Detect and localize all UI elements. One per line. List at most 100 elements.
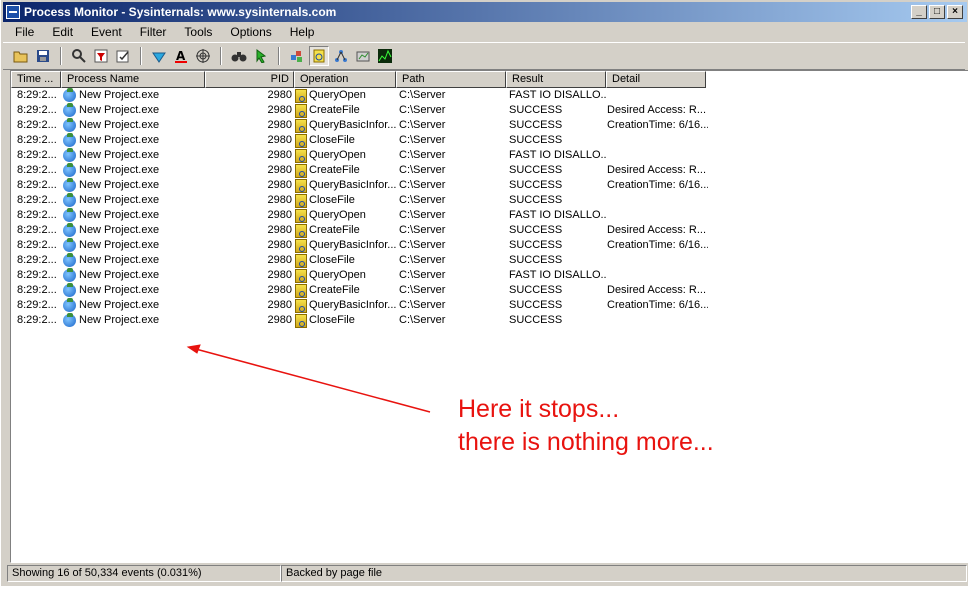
table-row[interactable]: 8:29:2... New Project.exe 2980 CreateFile C:… xyxy=(11,283,708,298)
cell-operation-name: QueryOpen xyxy=(309,89,366,101)
cell-pid: 2980 xyxy=(267,179,292,191)
cell-path: C:\Server xyxy=(399,269,446,281)
menu-tools[interactable]: Tools xyxy=(172,25,218,39)
process-icon xyxy=(63,133,76,147)
menu-options[interactable]: Options xyxy=(218,25,277,39)
table-row[interactable]: 8:29:2... New Project.exe 2980 CreateFile C:… xyxy=(11,103,708,118)
cell-operation-name: CloseFile xyxy=(309,194,355,206)
edit-filter-icon[interactable] xyxy=(113,46,133,66)
cell-process-name: New Project.exe xyxy=(79,254,160,266)
cell-path: C:\Server xyxy=(399,134,446,146)
column-process-name[interactable]: Process Name xyxy=(61,71,205,88)
table-row[interactable]: 8:29:2... New Project.exe 2980 QueryOpen C:\… xyxy=(11,208,708,223)
minimize-button[interactable]: _ xyxy=(911,5,927,19)
highlight-icon[interactable] xyxy=(149,46,169,66)
cell-result: SUCCESS xyxy=(509,284,563,296)
table-row[interactable]: 8:29:2... New Project.exe 2980 QueryOpen C:\… xyxy=(11,88,708,103)
cell-time: 8:29:2... xyxy=(17,164,57,176)
cell-process-name: New Project.exe xyxy=(79,269,160,281)
title-bar[interactable]: Process Monitor - Sysinternals: www.sysi… xyxy=(3,2,967,22)
menu-help[interactable]: Help xyxy=(278,25,321,39)
registry-icon[interactable] xyxy=(287,46,307,66)
close-button[interactable]: × xyxy=(947,5,963,19)
table-row[interactable]: 8:29:2... New Project.exe 2980 QueryOpen C:\… xyxy=(11,268,708,283)
cell-process-name: New Project.exe xyxy=(79,209,160,221)
cell-operation: QueryBasicInfor... xyxy=(294,238,396,253)
app-window: Process Monitor - Sysinternals: www.sysi… xyxy=(0,0,968,586)
file-operation-icon xyxy=(295,283,307,298)
column-detail[interactable]: Detail xyxy=(606,71,706,88)
toolbar-separator xyxy=(60,47,62,65)
profiling-icon[interactable] xyxy=(375,46,395,66)
process-icon xyxy=(63,163,76,177)
find-icon[interactable] xyxy=(69,46,89,66)
cell-operation: CreateFile xyxy=(294,103,396,118)
table-row[interactable]: 8:29:2... New Project.exe 2980 CloseFile C:\… xyxy=(11,133,708,148)
network-icon[interactable] xyxy=(331,46,351,66)
table-row[interactable]: 8:29:2... New Project.exe 2980 CreateFile C:… xyxy=(11,163,708,178)
table-row[interactable]: 8:29:2... New Project.exe 2980 QueryBasicIn… xyxy=(11,118,708,133)
event-list[interactable]: Time ... Process Name PID Operation Path… xyxy=(10,70,968,563)
save-icon[interactable] xyxy=(33,46,53,66)
menu-edit[interactable]: Edit xyxy=(40,25,79,39)
column-time[interactable]: Time ... xyxy=(11,71,61,88)
cell-result: FAST IO DISALLO... xyxy=(509,149,606,161)
table-row[interactable]: 8:29:2... New Project.exe 2980 CloseFile C:\… xyxy=(11,193,708,208)
table-row[interactable]: 8:29:2... New Project.exe 2980 QueryBasicIn… xyxy=(11,178,708,193)
file-operation-icon xyxy=(295,118,307,133)
cell-detail xyxy=(606,268,708,283)
table-row[interactable]: 8:29:2... New Project.exe 2980 QueryBasicIn… xyxy=(11,298,708,313)
table-row[interactable]: 8:29:2... New Project.exe 2980 CloseFile C:\… xyxy=(11,253,708,268)
table-row[interactable]: 8:29:2... New Project.exe 2980 QueryOpen C:\… xyxy=(11,148,708,163)
process-icon[interactable] xyxy=(353,46,373,66)
target-icon[interactable] xyxy=(193,46,213,66)
cell-operation-name: QueryOpen xyxy=(309,269,366,281)
cell-operation-name: CreateFile xyxy=(309,284,360,296)
cell-operation: QueryBasicInfor... xyxy=(294,178,396,193)
cell-pid: 2980 xyxy=(267,194,292,206)
cell-pid: 2980 xyxy=(267,314,292,326)
cell-result: FAST IO DISALLO... xyxy=(509,269,606,281)
cell-detail xyxy=(606,313,708,328)
process-icon xyxy=(63,118,76,132)
filesystem-icon[interactable] xyxy=(309,46,329,66)
cell-pid: 2980 xyxy=(267,269,292,281)
column-path[interactable]: Path xyxy=(396,71,506,88)
menu-filter[interactable]: Filter xyxy=(128,25,173,39)
cell-process: New Project.exe xyxy=(61,253,205,268)
column-result[interactable]: Result xyxy=(506,71,606,88)
cell-path: C:\Server xyxy=(399,104,446,116)
table-row[interactable]: 8:29:2... New Project.exe 2980 CloseFile C:\… xyxy=(11,313,708,328)
table-row[interactable]: 8:29:2... New Project.exe 2980 QueryBasicIn… xyxy=(11,238,708,253)
cell-process: New Project.exe xyxy=(61,223,205,238)
cell-process: New Project.exe xyxy=(61,103,205,118)
process-icon xyxy=(63,253,76,267)
file-operation-icon xyxy=(295,313,307,328)
cell-time: 8:29:2... xyxy=(17,134,57,146)
cell-path: C:\Server xyxy=(399,239,446,251)
filter-icon[interactable] xyxy=(91,46,111,66)
process-icon xyxy=(63,148,76,162)
process-icon xyxy=(63,208,76,222)
binoculars-icon[interactable] xyxy=(229,46,249,66)
cell-time: 8:29:2... xyxy=(17,224,57,236)
column-pid[interactable]: PID xyxy=(205,71,294,88)
cell-detail: CreationTime: 6/16... xyxy=(607,299,708,311)
cell-result: SUCCESS xyxy=(509,119,563,131)
cell-time: 8:29:2... xyxy=(17,254,57,266)
jump-icon[interactable]: A xyxy=(171,46,191,66)
cell-process: New Project.exe xyxy=(61,268,205,283)
cell-result: FAST IO DISALLO... xyxy=(509,89,606,101)
menu-file[interactable]: File xyxy=(3,25,40,39)
cell-pid: 2980 xyxy=(267,164,292,176)
column-operation[interactable]: Operation xyxy=(294,71,396,88)
cell-operation: CreateFile xyxy=(294,283,396,298)
jump-to-icon[interactable] xyxy=(251,46,271,66)
table-row[interactable]: 8:29:2... New Project.exe 2980 CreateFile C:… xyxy=(11,223,708,238)
cell-operation: CloseFile xyxy=(294,193,396,208)
open-icon[interactable] xyxy=(11,46,31,66)
cell-operation: QueryOpen xyxy=(294,268,396,283)
maximize-button[interactable]: □ xyxy=(929,5,945,19)
menu-event[interactable]: Event xyxy=(79,25,128,39)
toolbar-separator xyxy=(220,47,222,65)
